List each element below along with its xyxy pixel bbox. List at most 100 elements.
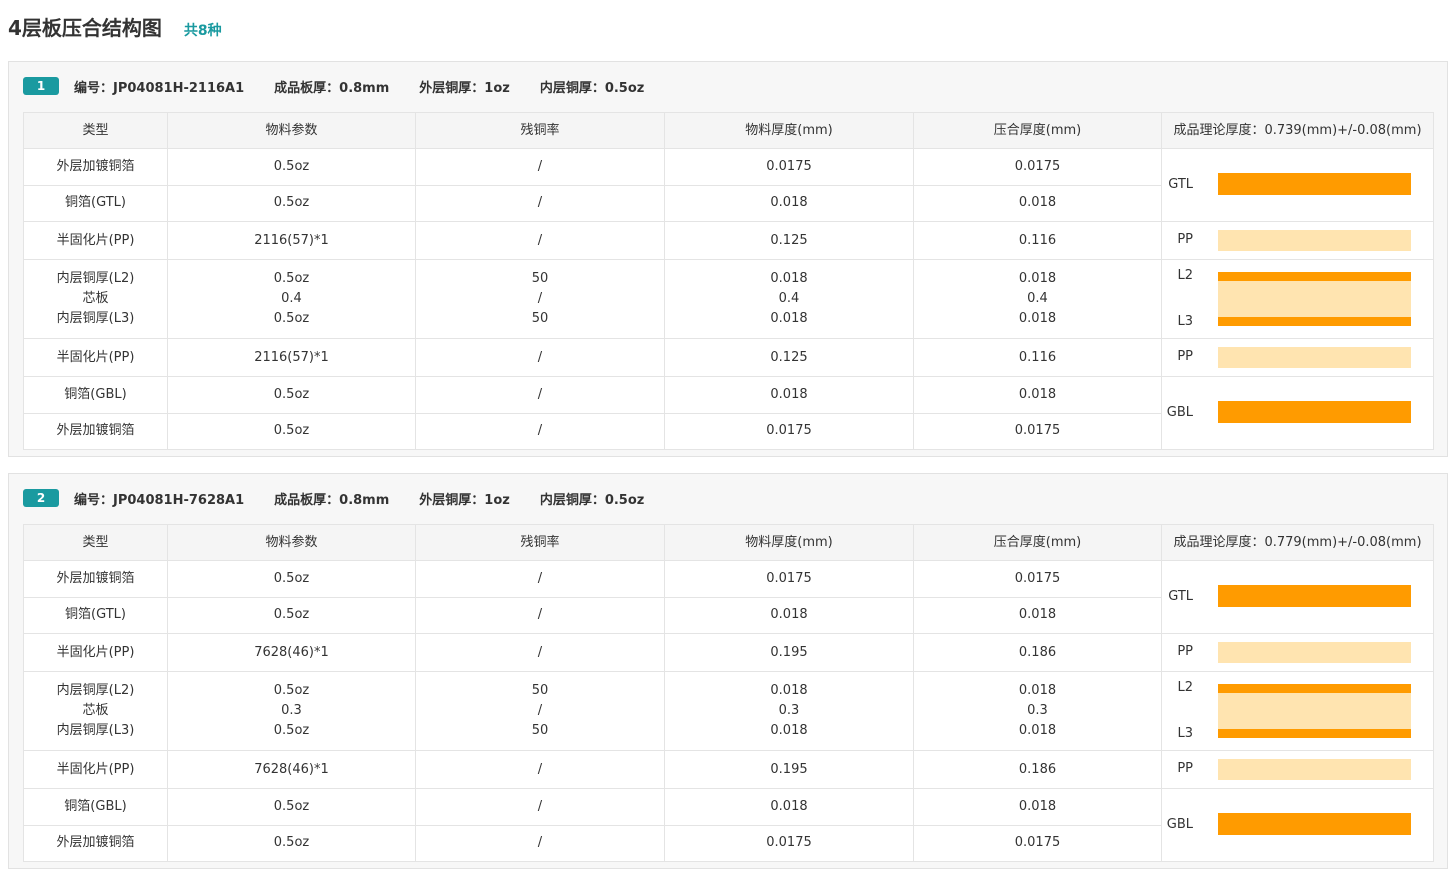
table-row: 半固化片(PP) 7628(46)*1 / 0.195 0.186 PP — [23, 750, 1434, 789]
cell-type-text: 外层加镀铜箔 — [56, 423, 135, 439]
cell-residual-text: / — [537, 570, 543, 586]
cell-residual: / — [415, 221, 665, 260]
cell-material: 0.0175 — [664, 824, 914, 862]
table-row: 半固化片(PP) 2116(57)*1 / 0.125 0.116 PP — [23, 221, 1434, 260]
cell-param-text: 0.5oz — [273, 423, 310, 439]
cell-pressed: 0.018 — [913, 376, 1162, 414]
copper-layer-l2 — [1218, 272, 1411, 281]
cell-residual: / — [415, 338, 665, 377]
cell-material-line: 0.018 — [770, 271, 808, 286]
card-header: 2 编号：JP04081H-7628A1 成品板厚：0.8mm 外层铜厚：1oz 内层铜… — [23, 488, 644, 508]
cell-residual: 50 / 50 — [415, 671, 665, 751]
column-header: 类型 — [23, 524, 168, 561]
cell-type-line: 芯板 — [82, 291, 109, 306]
column-header: 物料厚度(mm) — [664, 112, 914, 149]
prepreg-layer — [1218, 759, 1411, 780]
stack-label-l2: L2 — [1177, 268, 1193, 283]
stack-label-pp: PP — [1177, 349, 1193, 364]
copper-layer-gbl — [1218, 401, 1411, 423]
cell-material: 0.125 — [664, 338, 914, 377]
cell-pressed-text: 0.018 — [1018, 386, 1057, 402]
cell-type: 半固化片(PP) — [23, 221, 168, 260]
cell-residual: / — [415, 184, 665, 222]
cell-type: 铜箔(GTL) — [23, 596, 168, 634]
prepreg-layer — [1218, 347, 1411, 368]
copper-layer-gtl — [1218, 173, 1411, 195]
stack-cell-pp: PP — [1161, 750, 1434, 789]
cell-residual-line: / — [537, 703, 543, 718]
cell-param-text: 0.5oz — [273, 158, 310, 174]
cell-residual-line: / — [537, 291, 543, 306]
cell-type: 内层铜厚(L2) 芯板 内层铜厚(L3) — [23, 259, 168, 339]
cell-residual: / — [415, 750, 665, 789]
cell-material: 0.018 — [664, 184, 914, 222]
cell-material: 0.018 — [664, 596, 914, 634]
stackup-card: 2 编号：JP04081H-7628A1 成品板厚：0.8mm 外层铜厚：1oz 内层铜… — [8, 473, 1448, 869]
prepreg-layer — [1218, 230, 1411, 251]
cell-type-text: 铜箔(GTL) — [65, 195, 126, 211]
cell-param-line: 0.5oz — [273, 683, 310, 698]
cell-residual-line: 50 — [531, 683, 549, 698]
stack-cell-bottom: GBL — [1161, 376, 1434, 450]
copper-layer-l3 — [1218, 317, 1411, 326]
stack-cell-pp: PP — [1161, 338, 1434, 377]
cell-type-text: 铜箔(GBL) — [64, 386, 127, 402]
cell-type-text: 半固化片(PP) — [56, 644, 135, 660]
cell-residual-text: / — [537, 423, 543, 439]
page-title: 4层板压合结构图 — [8, 16, 162, 40]
column-header: 残铜率 — [415, 524, 665, 561]
core-layer — [1218, 693, 1411, 729]
column-header: 压合厚度(mm) — [913, 112, 1162, 149]
cell-residual-text: / — [537, 835, 543, 851]
column-header: 残铜率 — [415, 112, 665, 149]
inner-copper: 内层铜厚：0.5oz — [539, 80, 645, 96]
cell-residual: / — [415, 824, 665, 862]
column-header: 压合厚度(mm) — [913, 524, 1162, 561]
cell-residual-text: / — [537, 798, 543, 814]
cell-param-text: 0.5oz — [273, 835, 310, 851]
prepreg-layer — [1218, 642, 1411, 663]
cell-pressed: 0.0175 — [913, 560, 1162, 598]
cell-material: 0.018 — [664, 376, 914, 414]
cell-pressed-line: 0.4 — [1027, 291, 1048, 306]
cell-material-text: 0.125 — [770, 349, 808, 365]
cell-material-text: 0.018 — [770, 798, 808, 814]
page-header: 4层板压合结构图 共8种 — [8, 12, 222, 40]
copper-layer-l2 — [1218, 684, 1411, 693]
cell-param-line: 0.5oz — [273, 311, 310, 326]
cell-pressed: 0.018 — [913, 596, 1162, 634]
cell-residual-text: / — [537, 349, 543, 365]
cell-param-line: 0.3 — [281, 703, 302, 718]
copper-layer-gtl — [1218, 585, 1411, 607]
cell-param: 0.5oz — [167, 148, 416, 186]
cell-type-text: 外层加镀铜箔 — [56, 158, 135, 174]
cell-residual: / — [415, 560, 665, 598]
cell-param: 0.5oz — [167, 184, 416, 222]
cell-param: 0.5oz 0.4 0.5oz — [167, 259, 416, 339]
cell-pressed-text: 0.018 — [1018, 607, 1057, 623]
cell-type-text: 半固化片(PP) — [56, 761, 135, 777]
cell-residual-text: / — [537, 232, 543, 248]
cell-type-text: 外层加镀铜箔 — [56, 835, 135, 851]
table-header-row: 类型 物料参数 残铜率 物料厚度(mm) 压合厚度(mm) 成品理论厚度：0.779(mm… — [23, 524, 1434, 561]
cell-param: 7628(46)*1 — [167, 633, 416, 672]
stack-label-pp: PP — [1177, 232, 1193, 247]
cell-residual-line: 50 — [531, 723, 549, 738]
cell-pressed-text: 0.018 — [1018, 195, 1057, 211]
cell-material: 0.0175 — [664, 560, 914, 598]
column-header: 物料参数 — [167, 524, 416, 561]
cell-type: 半固化片(PP) — [23, 633, 168, 672]
stack-label-l3: L3 — [1177, 726, 1193, 741]
table-row: 外层加镀铜箔 0.5oz / 0.0175 0.0175 GTL — [23, 560, 1434, 634]
cell-material-text: 0.0175 — [766, 835, 812, 851]
board-thickness: 成品板厚：0.8mm — [274, 80, 390, 96]
cell-residual: / — [415, 596, 665, 634]
cell-material: 0.195 — [664, 750, 914, 789]
stack-label-gtl: GTL — [1168, 589, 1193, 604]
cell-param: 0.5oz — [167, 788, 416, 826]
cell-material-line: 0.018 — [770, 683, 808, 698]
stack-cell-pp: PP — [1161, 221, 1434, 260]
outer-copper: 外层铜厚：1oz — [419, 80, 510, 96]
cell-param-text: 2116(57)*1 — [254, 349, 329, 365]
stack-label-pp: PP — [1177, 761, 1193, 776]
